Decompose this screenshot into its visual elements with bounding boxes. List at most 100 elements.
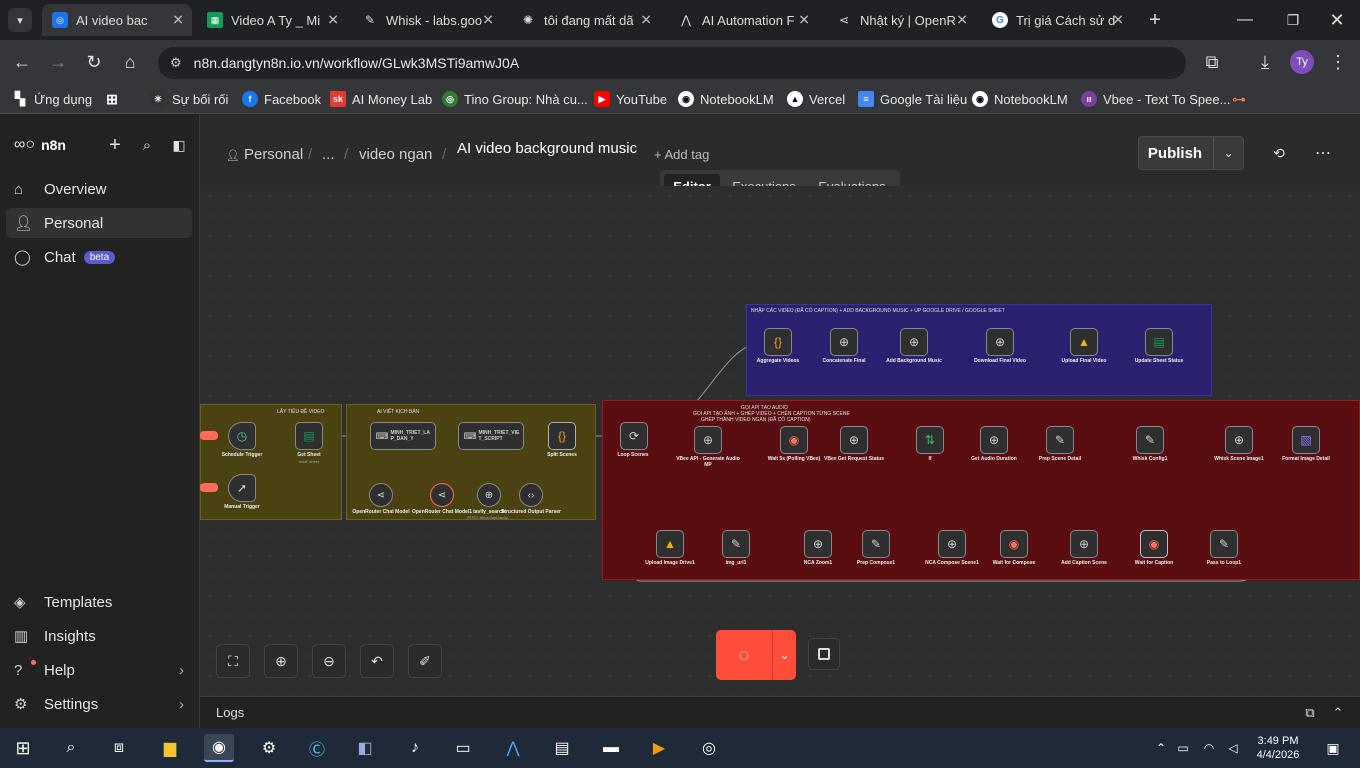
- node-if[interactable]: ⇅: [916, 426, 944, 454]
- bookmark-item[interactable]: sk AI Money Lab: [330, 91, 432, 107]
- chevron-up-icon[interactable]: ⌃: [1328, 703, 1348, 723]
- node-lap-dan-y[interactable]: ⌨ MINH_TRIET_LA P_DAN_Y: [370, 422, 436, 450]
- spinner-icon[interactable]: ◌: [716, 630, 772, 680]
- close-tab-icon[interactable]: ✕: [1112, 12, 1124, 29]
- node-update-sheet-status[interactable]: ▤: [1145, 328, 1173, 356]
- bookmark-item[interactable]: ▶ YouTube: [594, 91, 667, 107]
- minimize-icon[interactable]: —: [1232, 8, 1258, 32]
- bookmark-item[interactable]: ıı Vbee - Text To Spee...: [1081, 91, 1230, 107]
- fit-view-button[interactable]: ⛶: [216, 644, 250, 678]
- nav-help[interactable]: ? Help ›: [6, 655, 192, 685]
- node-prep-compose[interactable]: ✎: [862, 530, 890, 558]
- history-icon[interactable]: ⟲: [1268, 142, 1290, 164]
- node-upload-final-video[interactable]: ▲: [1070, 328, 1098, 356]
- node-manual-trigger[interactable]: ➚: [228, 474, 256, 502]
- network-app-icon[interactable]: ⚙: [254, 734, 284, 762]
- nav-settings[interactable]: ⚙ Settings ›: [6, 689, 192, 719]
- tidy-up-button[interactable]: ✐: [408, 644, 442, 678]
- browser-tab[interactable]: ✺ tôi đang mất dã ✕: [510, 6, 660, 34]
- node-get-sheet[interactable]: ▤: [295, 422, 323, 450]
- task-view-icon[interactable]: ⧈: [104, 734, 134, 762]
- node-tavily-search[interactable]: ⊕: [477, 483, 501, 507]
- address-bar[interactable]: ⚙ n8n.dangtyn8n.io.vn/workflow/GLwk3MSTi…: [158, 47, 1186, 79]
- media-icon[interactable]: ▶: [644, 734, 674, 762]
- nav-chat[interactable]: ◯ Chat beta: [6, 242, 192, 272]
- node-wait-5s[interactable]: ◉: [780, 426, 808, 454]
- breadcrumb-ellipsis[interactable]: ...: [322, 146, 335, 163]
- extensions-icon[interactable]: ⧉: [1200, 50, 1224, 74]
- obs-icon[interactable]: ◎: [694, 734, 724, 762]
- node-openrouter-model[interactable]: ⋖: [369, 483, 393, 507]
- more-options-icon[interactable]: ⋯: [1312, 142, 1334, 164]
- close-tab-icon[interactable]: ✕: [172, 12, 184, 29]
- nav-templates[interactable]: ◈ Templates: [6, 587, 192, 617]
- chevron-down-icon[interactable]: ⌄: [1213, 137, 1243, 169]
- browser-tab[interactable]: G Trị giá Cách sử d ✕: [982, 6, 1132, 34]
- workflow-canvas[interactable]: LẤY TIÊU ĐỀ VIDEO AI VIẾT KỊCH BẢN NHẬP …: [200, 186, 1360, 696]
- create-icon[interactable]: +: [104, 134, 126, 156]
- home-icon[interactable]: ⌂: [118, 50, 142, 74]
- node-schedule-trigger[interactable]: ◷: [228, 422, 256, 450]
- node-viet-script[interactable]: ⌨ MINH_TRIET_VIE T_SCRIPT: [458, 422, 524, 450]
- node-img-url[interactable]: ✎: [722, 530, 750, 558]
- browser-tab[interactable]: ⋀ AI Automation F ✕: [668, 6, 818, 34]
- reload-icon[interactable]: ↻: [82, 50, 106, 74]
- node-openrouter-model1[interactable]: ⋖: [430, 483, 454, 507]
- node-prep-scene-detail[interactable]: ✎: [1046, 426, 1074, 454]
- close-tab-icon[interactable]: ✕: [327, 12, 339, 29]
- notification-icon[interactable]: ▣: [1318, 734, 1348, 762]
- n8n-logo[interactable]: ∞○ n8n: [14, 136, 66, 154]
- file-explorer-icon[interactable]: ▆: [155, 734, 185, 762]
- browser-tab[interactable]: ◎ AI video bac ✕: [42, 4, 192, 36]
- search-icon[interactable]: ⌕: [56, 734, 86, 762]
- chrome-icon[interactable]: ◉: [204, 734, 234, 762]
- bookmark-item[interactable]: ▲ Vercel: [787, 91, 845, 107]
- node-get-audio-duration[interactable]: ⊕: [980, 426, 1008, 454]
- nav-insights[interactable]: ▥ Insights: [6, 621, 192, 651]
- bookmark-item[interactable]: ≡ Google Tài liệu: [858, 91, 967, 107]
- node-pass-to-loop[interactable]: ✎: [1210, 530, 1238, 558]
- logs-bar[interactable]: Logs ⧉ ⌃: [200, 696, 1360, 728]
- bookmark-item[interactable]: f Facebook: [242, 91, 321, 107]
- tab-search-icon[interactable]: ▾: [8, 8, 32, 32]
- node-split-scenes[interactable]: {}: [548, 422, 576, 450]
- node-download-final-video[interactable]: ⊕: [986, 328, 1014, 356]
- bookmark-item[interactable]: ✳ Sự bối rối: [150, 91, 228, 107]
- workflow-title[interactable]: AI video background music: [457, 140, 637, 157]
- undo-button[interactable]: ↶: [360, 644, 394, 678]
- node-upload-image-drive[interactable]: ▲: [656, 530, 684, 558]
- windows-start-icon[interactable]: ⊞: [8, 734, 38, 762]
- clock[interactable]: 3:49 PM 4/4/2026: [1246, 734, 1310, 762]
- bookmark-item[interactable]: ◉ NotebookLM: [972, 91, 1068, 107]
- download-icon[interactable]: ⤓: [1253, 50, 1277, 74]
- node-loop-scenes[interactable]: ⟳: [620, 422, 648, 450]
- nav-overview[interactable]: ⌂ Overview: [6, 174, 192, 204]
- breadcrumb-personal[interactable]: 👤︎ Personal: [226, 146, 303, 163]
- browser-tab[interactable]: ⋖ Nhật ký | OpenR ✕: [826, 6, 976, 34]
- volume-icon[interactable]: ◁: [1218, 734, 1248, 762]
- stop-button[interactable]: [808, 638, 840, 670]
- node-wait-for-compose[interactable]: ◉: [1000, 530, 1028, 558]
- node-vbee-generate[interactable]: ⊕: [694, 426, 722, 454]
- close-tab-icon[interactable]: ✕: [956, 12, 968, 29]
- publish-button[interactable]: Publish: [1139, 137, 1211, 169]
- app-a-icon[interactable]: ⋀: [498, 734, 528, 762]
- node-add-background-music[interactable]: ⊕: [900, 328, 928, 356]
- forward-icon[interactable]: →: [46, 50, 70, 74]
- node-wait-for-caption[interactable]: ◉: [1140, 530, 1168, 558]
- restore-icon[interactable]: ❐: [1280, 8, 1306, 32]
- n8n-bookmark-icon[interactable]: ⊶: [1232, 91, 1246, 108]
- node-concatenate-final[interactable]: ⊕: [830, 328, 858, 356]
- node-nca-zoom[interactable]: ⊕: [804, 530, 832, 558]
- node-whisk-scene-image[interactable]: ⊕: [1225, 426, 1253, 454]
- bookmark-item[interactable]: ▚ Ứng dụng: [12, 91, 92, 107]
- new-tab-icon[interactable]: +: [1143, 8, 1167, 32]
- copilot-icon[interactable]: Ⓒ: [302, 734, 332, 762]
- bookmark-item[interactable]: ◉ NotebookLM: [678, 91, 774, 107]
- node-aggregate-videos[interactable]: {}: [764, 328, 792, 356]
- close-tab-icon[interactable]: ✕: [798, 12, 810, 29]
- profile-avatar[interactable]: Ty: [1290, 50, 1314, 74]
- node-add-caption-scene[interactable]: ⊕: [1070, 530, 1098, 558]
- node-nca-compose-scene[interactable]: ⊕: [938, 530, 966, 558]
- site-info-icon[interactable]: ⚙: [170, 55, 182, 71]
